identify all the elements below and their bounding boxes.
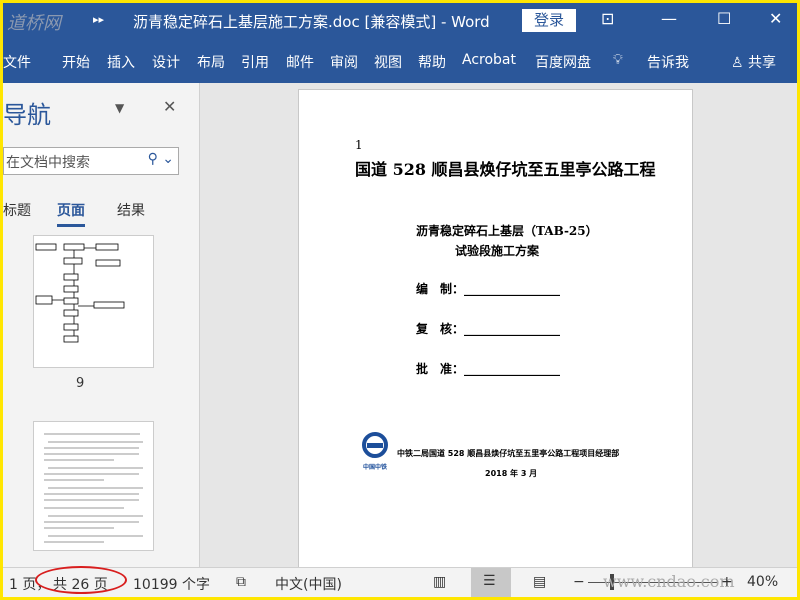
- text-page-thumbnail: [44, 433, 143, 543]
- zoom-in-button[interactable]: +: [721, 574, 733, 590]
- field-line: ________________: [464, 362, 561, 376]
- minimize-icon[interactable]: —: [661, 9, 677, 28]
- nav-title: 导航: [3, 101, 51, 129]
- proofing-icon[interactable]: ⧉: [236, 574, 246, 590]
- zoom-out-button[interactable]: −: [573, 574, 585, 590]
- tab-insert[interactable]: 插入: [107, 52, 135, 72]
- tab-home[interactable]: 开始: [62, 52, 90, 72]
- watermark-logo: 道桥网: [7, 13, 61, 34]
- nav-tab-pages[interactable]: 页面: [57, 200, 85, 227]
- project-title: 国道 528 顺昌县焕仔坑至五里亭公路工程: [355, 160, 656, 179]
- organization-name: 中铁二局国道 528 顺昌县焕仔坑至五里亭公路工程项目经理部: [397, 449, 620, 458]
- signoff-row-review: 复 核：________________: [416, 320, 560, 337]
- crcc-logo: 中国中铁: [357, 432, 393, 471]
- status-bar: 1 页， 共 26 页 10199 个字 ⧉ 中文(中国) ▥ ☰ ▤ − ww…: [3, 566, 797, 597]
- tab-view[interactable]: 视图: [374, 52, 402, 72]
- nav-close-icon[interactable]: ✕: [163, 97, 176, 116]
- page-number: 1: [355, 138, 363, 152]
- field-line: ________________: [464, 322, 561, 336]
- doc-subtitle-1: 沥青稳定碎石上基层（TAB-25）: [416, 224, 598, 238]
- print-layout-button[interactable]: ☰: [471, 568, 511, 597]
- doc-subtitle-2: 试验段施工方案: [455, 244, 540, 258]
- web-layout-icon[interactable]: ▤: [533, 574, 546, 590]
- tab-layout[interactable]: 布局: [197, 52, 225, 72]
- page-thumbnail-10[interactable]: [33, 421, 154, 551]
- vertical-scrollbar[interactable]: [785, 83, 797, 567]
- document-date: 2018 年 3 月: [485, 469, 538, 478]
- search-icon[interactable]: ⚲ ⌄: [148, 151, 174, 167]
- field-line: ________________: [464, 282, 561, 296]
- maximize-icon[interactable]: ☐: [717, 9, 731, 28]
- field-label: 复 核：: [416, 322, 465, 336]
- ribbon-display-icon[interactable]: ⊡: [601, 9, 614, 28]
- navigation-pane: 导航 ▼ ✕ 在文档中搜索 ⚲ ⌄ 标题 页面 结果 9: [3, 83, 200, 567]
- tab-file[interactable]: 文件: [3, 52, 31, 72]
- signoff-row-edit: 编 制：________________: [416, 280, 560, 297]
- site-watermark: www.cndao.com: [603, 572, 735, 591]
- tab-references[interactable]: 引用: [241, 52, 269, 72]
- quick-access-more-icon[interactable]: ▸▸: [93, 13, 104, 26]
- lightbulb-icon[interactable]: 💡︎: [613, 52, 623, 68]
- search-input[interactable]: 在文档中搜索 ⚲ ⌄: [3, 147, 179, 175]
- tab-acrobat[interactable]: Acrobat: [462, 52, 516, 68]
- word-window: 道桥网 ▸▸ 沥青稳定碎石上基层施工方案.doc [兼容模式] - Word 登…: [3, 3, 797, 597]
- user-add-icon: ♙: [731, 55, 744, 71]
- tab-help[interactable]: 帮助: [418, 52, 446, 72]
- page-number-label: 9: [76, 376, 85, 391]
- tab-baidu[interactable]: 百度网盘: [535, 52, 591, 72]
- share-button[interactable]: ♙ 共享: [731, 52, 776, 72]
- signoff-row-approve: 批 准：________________: [416, 360, 560, 377]
- flowchart-thumbnail: [35, 243, 125, 343]
- nav-options-icon[interactable]: ▼: [115, 101, 124, 115]
- field-label: 编 制：: [416, 282, 465, 296]
- window-title: 沥青稳定碎石上基层施工方案.doc [兼容模式] - Word: [133, 13, 490, 31]
- tab-review[interactable]: 审阅: [330, 52, 358, 72]
- red-highlight-circle: [35, 566, 127, 594]
- ribbon-tabs: 文件 开始 插入 设计 布局 引用 邮件 审阅 视图 帮助 Acrobat 百度…: [3, 39, 797, 83]
- search-placeholder: 在文档中搜索: [6, 155, 90, 171]
- read-mode-icon[interactable]: ▥: [433, 574, 446, 590]
- share-label: 共享: [748, 55, 777, 71]
- field-label: 批 准：: [416, 362, 465, 376]
- nav-tab-results[interactable]: 结果: [117, 200, 145, 220]
- title-bar: 道桥网 ▸▸ 沥青稳定碎石上基层施工方案.doc [兼容模式] - Word 登…: [3, 3, 797, 39]
- language[interactable]: 中文(中国): [275, 574, 342, 594]
- print-layout-icon: ☰: [483, 573, 496, 589]
- document-page[interactable]: 1 国道 528 顺昌县焕仔坑至五里亭公路工程 沥青稳定碎石上基层（TAB-25…: [298, 89, 693, 569]
- word-count[interactable]: 10199 个字: [133, 574, 210, 594]
- close-icon[interactable]: ✕: [769, 9, 782, 28]
- page-thumbnail-9[interactable]: [33, 235, 154, 368]
- tab-mailings[interactable]: 邮件: [286, 52, 314, 72]
- login-button[interactable]: 登录: [522, 9, 576, 32]
- zoom-level[interactable]: 40%: [747, 574, 778, 590]
- tab-design[interactable]: 设计: [152, 52, 180, 72]
- nav-tab-headings[interactable]: 标题: [3, 200, 31, 220]
- tell-me[interactable]: 告诉我: [647, 52, 689, 72]
